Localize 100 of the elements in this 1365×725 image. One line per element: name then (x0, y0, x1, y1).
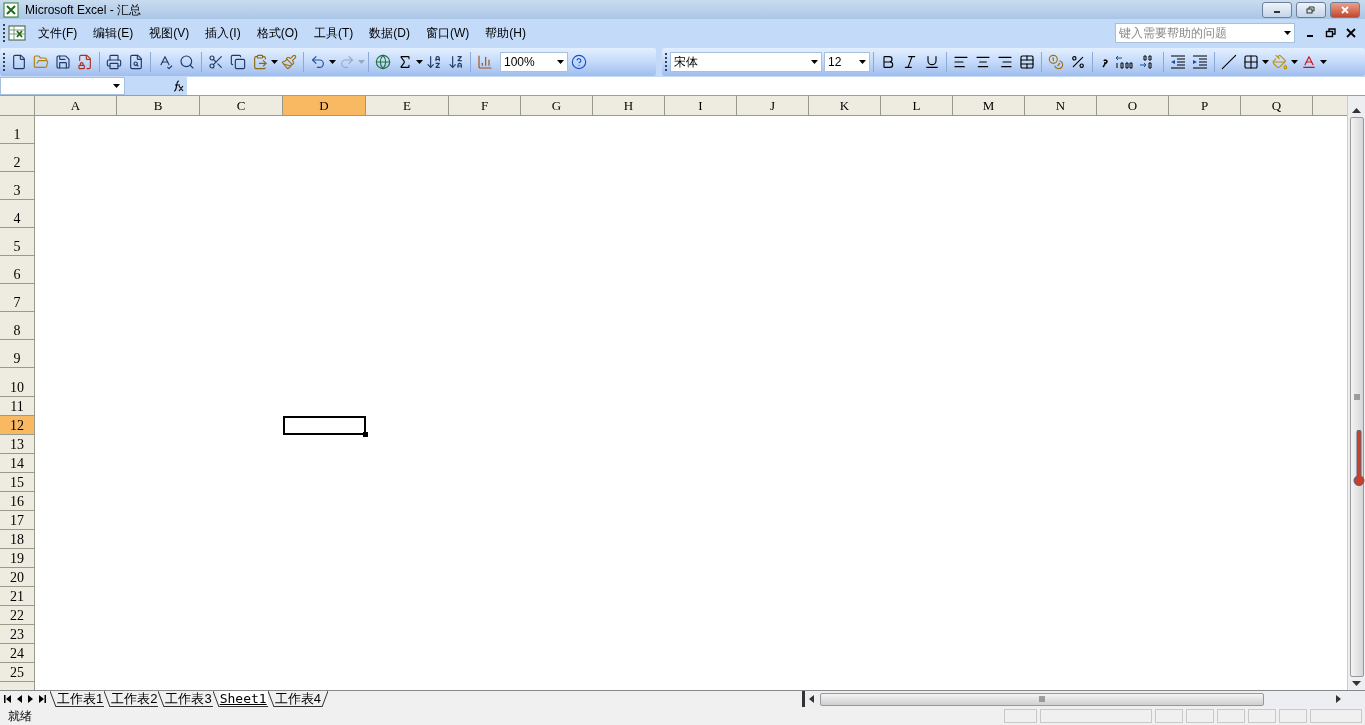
column-header[interactable]: E (366, 96, 449, 116)
hyperlink-icon[interactable] (375, 54, 391, 70)
menu-item[interactable]: 格式(O) (248, 24, 306, 42)
row-header[interactable]: 13 (0, 435, 35, 454)
workbook-restore-button[interactable] (1325, 27, 1337, 39)
borders-icon[interactable] (1243, 54, 1259, 70)
row-header[interactable]: 25 (0, 663, 35, 682)
column-header[interactable]: C (200, 96, 283, 116)
minimize-button[interactable] (1262, 1, 1292, 18)
italic-icon[interactable] (902, 54, 918, 70)
dropdown-caret-icon[interactable] (1284, 31, 1291, 35)
row-header[interactable]: 19 (0, 549, 35, 568)
open-folder-icon[interactable] (33, 54, 49, 70)
row-header[interactable]: 7 (0, 284, 35, 312)
function-icon[interactable] (172, 80, 184, 92)
column-header[interactable]: I (665, 96, 737, 116)
dropdown-caret-icon[interactable] (859, 60, 866, 64)
column-header[interactable]: L (881, 96, 953, 116)
bold-icon[interactable] (880, 54, 896, 70)
row-header[interactable]: 5 (0, 228, 35, 256)
cut-icon[interactable] (208, 54, 224, 70)
font-combo[interactable]: 宋体 (670, 52, 822, 72)
previous-sheet-icon[interactable] (17, 695, 22, 703)
caret-icon[interactable] (271, 60, 278, 64)
menu-item[interactable]: 帮助(H) (477, 24, 534, 42)
research-icon[interactable] (179, 54, 195, 70)
column-header[interactable]: P (1169, 96, 1241, 116)
row-header[interactable]: 22 (0, 606, 35, 625)
column-header[interactable]: O (1097, 96, 1169, 116)
sheet-tab[interactable]: 工作表2 (110, 691, 159, 707)
increase-decimal-icon[interactable] (1115, 54, 1133, 70)
row-header[interactable]: 16 (0, 492, 35, 511)
column-header[interactable]: D (283, 96, 366, 116)
spelling-icon[interactable] (157, 54, 173, 70)
caret-icon[interactable] (416, 60, 423, 64)
new-file-icon[interactable] (11, 54, 27, 70)
column-header[interactable]: J (737, 96, 809, 116)
dropdown-caret-icon[interactable] (113, 84, 120, 88)
next-sheet-icon[interactable] (28, 695, 33, 703)
font-color-icon[interactable] (1301, 54, 1317, 70)
scroll-down-icon[interactable] (1352, 681, 1361, 686)
align-left-icon[interactable] (953, 54, 969, 70)
increase-indent-icon[interactable] (1192, 55, 1208, 69)
row-header[interactable]: 18 (0, 530, 35, 549)
print-icon[interactable] (106, 54, 122, 70)
row-header[interactable]: 17 (0, 511, 35, 530)
chart-icon[interactable] (477, 54, 493, 70)
row-header[interactable]: 1 (0, 116, 35, 144)
caret-icon[interactable] (329, 60, 336, 64)
column-header[interactable]: G (521, 96, 593, 116)
workbook-close-button[interactable] (1345, 27, 1357, 39)
sheet-tab[interactable]: 工作表1 (56, 691, 105, 707)
sheet-tab[interactable]: 工作表4 (273, 691, 322, 707)
sheet-tab[interactable]: Sheet1 (218, 691, 268, 707)
sort-ascending-icon[interactable] (426, 54, 442, 70)
column-header[interactable]: H (593, 96, 665, 116)
menu-item[interactable]: 视图(V) (141, 24, 198, 42)
currency-icon[interactable] (1048, 54, 1064, 70)
align-right-icon[interactable] (997, 54, 1013, 70)
row-header[interactable]: 23 (0, 625, 35, 644)
last-sheet-icon[interactable] (39, 695, 46, 703)
scrollbar-thumb[interactable] (1349, 117, 1364, 677)
merge-center-icon[interactable] (1019, 54, 1035, 70)
spreadsheet-menu-icon[interactable] (8, 25, 26, 41)
scroll-left-icon[interactable] (809, 695, 814, 703)
zoom-combo[interactable]: 100% (500, 52, 568, 72)
sort-descending-icon[interactable] (448, 54, 464, 70)
menu-item[interactable]: 编辑(E) (85, 24, 142, 42)
column-header[interactable]: M (953, 96, 1025, 116)
menu-item[interactable]: 工具(T) (306, 24, 362, 42)
autosum-icon[interactable] (397, 54, 413, 70)
row-header[interactable]: 12 (0, 416, 35, 435)
row-header[interactable]: 10 (0, 368, 35, 397)
row-header[interactable]: 8 (0, 312, 35, 340)
paste-icon[interactable] (252, 54, 268, 70)
column-header[interactable]: Q (1241, 96, 1313, 116)
dropdown-caret-icon[interactable] (811, 60, 818, 64)
close-button[interactable] (1330, 1, 1360, 18)
row-header[interactable]: 4 (0, 200, 35, 228)
scrollbar-thumb[interactable] (820, 692, 1264, 706)
menu-item[interactable]: 文件(F) (30, 24, 86, 42)
first-sheet-icon[interactable] (4, 695, 11, 703)
menu-item[interactable]: 插入(I) (197, 24, 249, 42)
row-header[interactable]: 6 (0, 256, 35, 284)
row-header[interactable]: 9 (0, 340, 35, 368)
row-header[interactable]: 3 (0, 172, 35, 200)
column-header[interactable]: A (35, 96, 117, 116)
row-header[interactable]: 2 (0, 144, 35, 172)
caret-icon[interactable] (1320, 60, 1327, 64)
scroll-right-icon[interactable] (1336, 695, 1341, 703)
active-cell[interactable] (283, 416, 366, 435)
help-icon[interactable] (571, 54, 587, 70)
vertical-scrollbar[interactable] (1347, 96, 1365, 690)
caret-icon[interactable] (1262, 60, 1269, 64)
row-header[interactable]: 20 (0, 568, 35, 587)
restore-button[interactable] (1296, 1, 1326, 18)
decrease-indent-icon[interactable] (1170, 55, 1186, 69)
print-preview-icon[interactable] (128, 54, 144, 70)
line-icon[interactable] (1221, 54, 1237, 70)
horizontal-scrollbar[interactable] (805, 691, 1365, 707)
